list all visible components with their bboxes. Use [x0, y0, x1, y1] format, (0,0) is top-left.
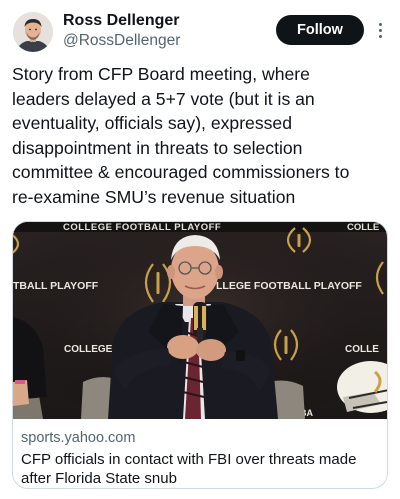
right-mid-text: COLLE	[345, 344, 379, 355]
card-domain: sports.yahoo.com	[21, 430, 136, 446]
avatar-image	[13, 12, 53, 52]
more-dot	[378, 22, 382, 26]
follow-button[interactable]: Follow	[276, 15, 364, 45]
more-dot	[378, 28, 382, 32]
top-banner-right-text: COLLE	[347, 222, 379, 233]
more-dot	[378, 34, 382, 38]
right-banner-text: LLEGE FOOTBALL PLAYOFF	[216, 280, 362, 292]
link-card[interactable]: COLLEGE FOOTBALL PLAYOFF COLLE TBALL PLA…	[12, 221, 388, 489]
avatar[interactable]	[13, 12, 53, 52]
left-mid-text: COLLEGE	[64, 344, 113, 355]
more-vertical-icon[interactable]	[374, 18, 386, 42]
tweet-text: Story from CFP Board meeting, where lead…	[12, 64, 350, 207]
card-image: COLLEGE FOOTBALL PLAYOFF COLLE TBALL PLA…	[13, 222, 387, 419]
left-banner-text: TBALL PLAYOFF	[13, 280, 99, 292]
top-banner-text: COLLEGE FOOTBALL PLAYOFF	[63, 222, 221, 233]
author-name[interactable]: Ross Dellenger	[63, 12, 179, 30]
card-title: CFP officials in contact with FBI over t…	[21, 451, 357, 487]
author-handle[interactable]: @RossDellenger	[63, 32, 180, 50]
press-conference-photo: COLLEGE FOOTBALL PLAYOFF COLLE TBALL PLA…	[13, 222, 387, 419]
